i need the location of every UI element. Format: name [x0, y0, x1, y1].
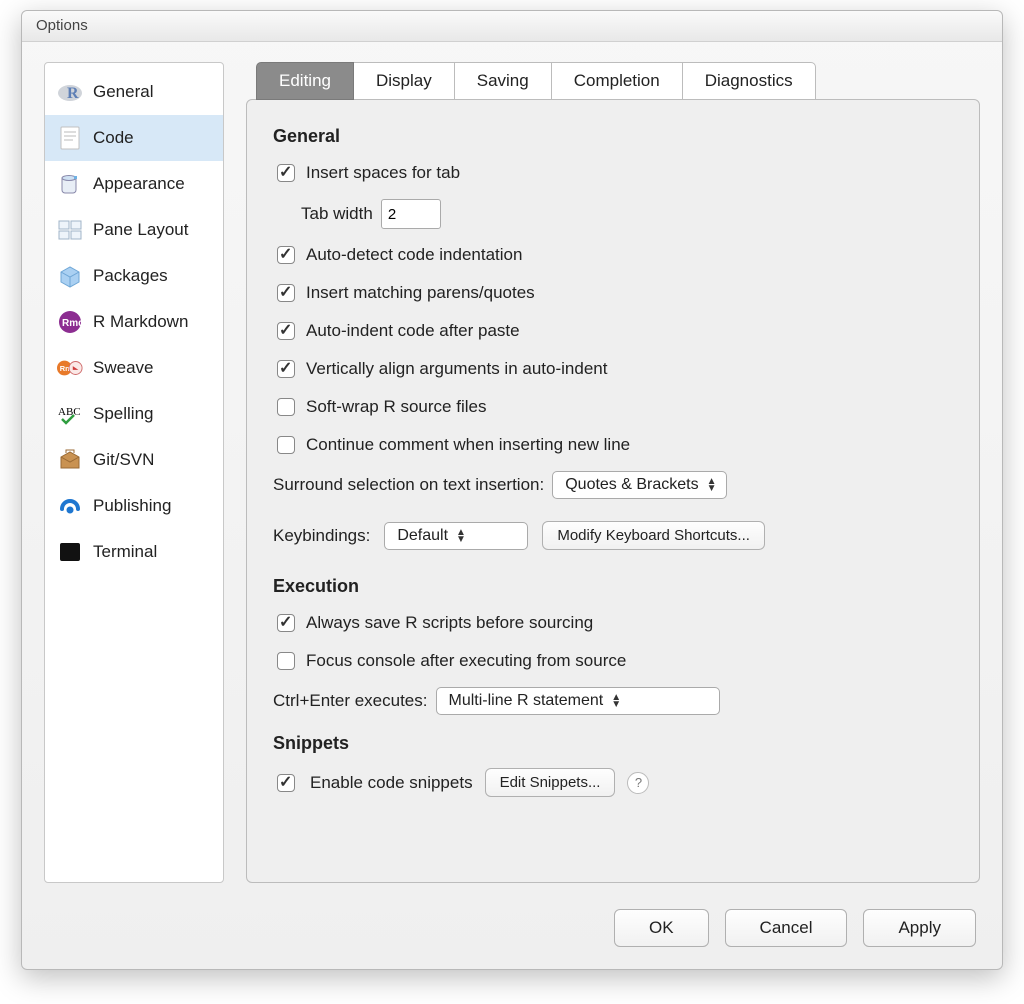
checkbox-soft-wrap[interactable]: [277, 398, 295, 416]
package-icon: [57, 263, 83, 289]
select-ctrl-enter[interactable]: Multi-line R statement ▲▼: [436, 687, 720, 715]
edit-snippets-button[interactable]: Edit Snippets...: [485, 768, 616, 797]
checkbox-valign-args[interactable]: [277, 360, 295, 378]
sidebar-item-appearance[interactable]: Appearance: [45, 161, 223, 207]
sidebar-item-terminal[interactable]: Terminal: [45, 529, 223, 575]
label-keybindings: Keybindings:: [273, 526, 370, 546]
svg-text:Rmd: Rmd: [62, 318, 82, 329]
label-insert-spaces: Insert spaces for tab: [306, 163, 460, 183]
updown-icon: ▲▼: [707, 478, 716, 492]
box-icon: [57, 447, 83, 473]
label-surround-selection: Surround selection on text insertion:: [273, 475, 544, 495]
updown-icon: ▲▼: [611, 694, 620, 708]
checkbox-auto-indent-paste[interactable]: [277, 322, 295, 340]
main: Editing Display Saving Completion Diagno…: [246, 62, 980, 883]
sidebar-item-label: General: [93, 82, 153, 102]
label-valign-args: Vertically align arguments in auto-inden…: [306, 359, 607, 379]
label-continue-comment: Continue comment when inserting new line: [306, 435, 630, 455]
spelling-icon: ABC: [57, 401, 83, 427]
paint-bucket-icon: [57, 171, 83, 197]
cancel-button[interactable]: Cancel: [725, 909, 848, 947]
sidebar-item-general[interactable]: R General: [45, 69, 223, 115]
label-save-before-source: Always save R scripts before sourcing: [306, 613, 593, 633]
sidebar-item-label: Spelling: [93, 404, 154, 424]
sidebar-item-packages[interactable]: Packages: [45, 253, 223, 299]
pane-layout-icon: [57, 217, 83, 243]
sidebar-item-spelling[interactable]: ABC Spelling: [45, 391, 223, 437]
sidebar-item-label: Pane Layout: [93, 220, 188, 240]
sidebar: R General Code Appearance Pane: [44, 62, 224, 883]
sidebar-item-label: Git/SVN: [93, 450, 154, 470]
tab-editing[interactable]: Editing: [256, 62, 354, 100]
select-value: Multi-line R statement: [449, 692, 604, 710]
sidebar-item-pane-layout[interactable]: Pane Layout: [45, 207, 223, 253]
label-tab-width: Tab width: [301, 204, 373, 224]
sidebar-item-label: Publishing: [93, 496, 171, 516]
modify-keyboard-shortcuts-button[interactable]: Modify Keyboard Shortcuts...: [542, 521, 765, 550]
document-icon: [57, 125, 83, 151]
checkbox-match-parens[interactable]: [277, 284, 295, 302]
label-auto-indent-paste: Auto-indent code after paste: [306, 321, 520, 341]
select-value: Default: [397, 527, 448, 545]
sidebar-item-label: R Markdown: [93, 312, 188, 332]
window-title: Options: [22, 11, 1002, 42]
label-enable-snippets: Enable code snippets: [310, 773, 473, 793]
window-body: R General Code Appearance Pane: [22, 42, 1002, 893]
select-surround-selection[interactable]: Quotes & Brackets ▲▼: [552, 471, 726, 499]
label-match-parens: Insert matching parens/quotes: [306, 283, 535, 303]
label-ctrl-enter: Ctrl+Enter executes:: [273, 691, 428, 711]
section-title-general: General: [273, 126, 953, 147]
select-keybindings[interactable]: Default ▲▼: [384, 522, 528, 550]
updown-icon: ▲▼: [456, 529, 465, 543]
sidebar-item-git-svn[interactable]: Git/SVN: [45, 437, 223, 483]
sidebar-item-label: Appearance: [93, 174, 185, 194]
section-title-snippets: Snippets: [273, 733, 953, 754]
checkbox-continue-comment[interactable]: [277, 436, 295, 454]
checkbox-save-before-source[interactable]: [277, 614, 295, 632]
tabbar: Editing Display Saving Completion Diagno…: [256, 62, 980, 100]
svg-text:ABC: ABC: [58, 406, 81, 418]
checkbox-auto-detect-indent[interactable]: [277, 246, 295, 264]
sidebar-item-label: Code: [93, 128, 134, 148]
tab-panel: General Insert spaces for tab Tab width …: [246, 99, 980, 883]
terminal-icon: [57, 539, 83, 565]
sidebar-item-publishing[interactable]: Publishing: [45, 483, 223, 529]
r-logo-icon: R: [57, 79, 83, 105]
sweave-icon: Rnw: [57, 355, 83, 381]
label-focus-console: Focus console after executing from sourc…: [306, 651, 626, 671]
sidebar-item-label: Sweave: [93, 358, 153, 378]
tab-diagnostics[interactable]: Diagnostics: [682, 62, 816, 100]
checkbox-focus-console[interactable]: [277, 652, 295, 670]
apply-button[interactable]: Apply: [863, 909, 976, 947]
sidebar-item-label: Terminal: [93, 542, 157, 562]
checkbox-enable-snippets[interactable]: [277, 774, 295, 792]
sidebar-item-label: Packages: [93, 266, 168, 286]
ok-button[interactable]: OK: [614, 909, 709, 947]
help-icon[interactable]: ?: [627, 772, 649, 794]
input-tab-width[interactable]: [381, 199, 441, 229]
rmarkdown-icon: Rmd: [57, 309, 83, 335]
select-value: Quotes & Brackets: [565, 476, 698, 494]
tab-display[interactable]: Display: [353, 62, 455, 100]
label-soft-wrap: Soft-wrap R source files: [306, 397, 486, 417]
label-auto-detect-indent: Auto-detect code indentation: [306, 245, 522, 265]
sidebar-item-sweave[interactable]: Rnw Sweave: [45, 345, 223, 391]
section-title-execution: Execution: [273, 576, 953, 597]
dialog-footer: OK Cancel Apply: [22, 893, 1002, 969]
sidebar-item-rmarkdown[interactable]: Rmd R Markdown: [45, 299, 223, 345]
tab-completion[interactable]: Completion: [551, 62, 683, 100]
sidebar-item-code[interactable]: Code: [45, 115, 223, 161]
publishing-icon: [57, 493, 83, 519]
options-window: Options R General Code Appearance: [21, 10, 1003, 970]
checkbox-insert-spaces[interactable]: [277, 164, 295, 182]
svg-text:R: R: [67, 85, 79, 102]
tab-saving[interactable]: Saving: [454, 62, 552, 100]
